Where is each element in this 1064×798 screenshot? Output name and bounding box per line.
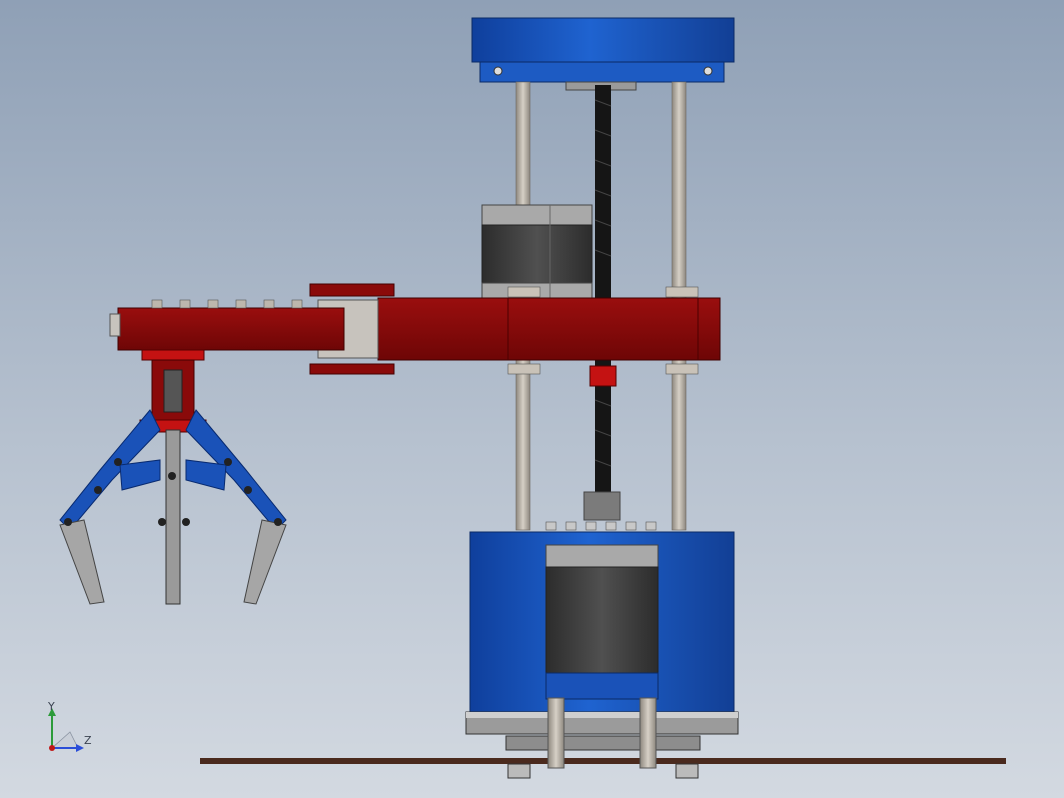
stepper-motor-upper[interactable] bbox=[481, 204, 593, 300]
gripper[interactable] bbox=[59, 349, 287, 605]
triad-plane bbox=[50, 731, 79, 749]
stepper-motor-base[interactable] bbox=[545, 544, 659, 700]
ground-plane bbox=[200, 758, 1006, 764]
y-axis-label: Y bbox=[48, 700, 55, 713]
z-axis-label: Z bbox=[84, 734, 92, 747]
top-cap[interactable] bbox=[471, 17, 735, 91]
cad-viewport[interactable]: Y Z bbox=[0, 0, 1064, 798]
robot-arm-model[interactable] bbox=[0, 0, 1064, 798]
z-arrowhead bbox=[76, 744, 84, 752]
triad-origin bbox=[49, 745, 55, 751]
arm-carriage[interactable] bbox=[377, 286, 721, 387]
